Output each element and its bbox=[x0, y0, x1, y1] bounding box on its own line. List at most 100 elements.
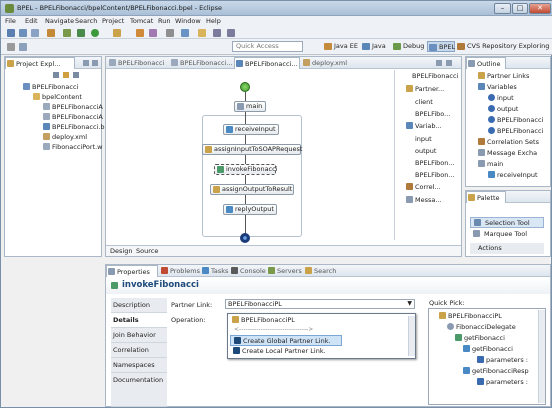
dropdown-item-create-global[interactable]: Create Global Partner Link. bbox=[230, 335, 342, 346]
tab-outline[interactable]: Outline bbox=[466, 57, 506, 69]
activity-assigninputtosoaprequest[interactable]: assignInputToSOAPRequest bbox=[202, 144, 302, 155]
tab-tasks[interactable]: Tasks bbox=[201, 265, 229, 277]
tab-problems[interactable]: Problems bbox=[160, 265, 200, 277]
outline-item[interactable]: BPELFibonacci bbox=[488, 127, 543, 136]
prop-tab-join-behavior[interactable]: Join Behavior bbox=[111, 328, 167, 343]
tree-file[interactable]: deploy.xml bbox=[43, 133, 87, 142]
quick-pick-item[interactable]: getFibonacci bbox=[455, 334, 505, 343]
perspective-java[interactable]: Java bbox=[361, 41, 391, 52]
tree-file[interactable]: BPELFibonacciA bbox=[43, 113, 103, 122]
menu-help[interactable]: Help bbox=[206, 17, 221, 25]
side-variables[interactable]: Variab... bbox=[406, 122, 442, 131]
end-node[interactable] bbox=[240, 233, 250, 243]
activity-assignoutputtoresult[interactable]: assignOutputToResult bbox=[210, 184, 294, 195]
minimize-editor-icon[interactable] bbox=[436, 60, 442, 66]
quick-pick-item[interactable]: getFibonacciResp bbox=[463, 367, 529, 376]
side-partner-item[interactable]: client bbox=[415, 98, 433, 107]
outline-item[interactable]: BPELFibonacci bbox=[488, 116, 543, 125]
outline-item[interactable]: input bbox=[488, 94, 514, 103]
side-variable-item[interactable]: output bbox=[415, 147, 436, 156]
open-task-icon[interactable] bbox=[181, 29, 189, 37]
tab-palette[interactable]: Palette bbox=[466, 191, 506, 203]
prop-tab-details[interactable]: Details bbox=[111, 313, 167, 328]
close-button[interactable]: ✕ bbox=[529, 3, 551, 14]
menu-window[interactable]: Window bbox=[175, 17, 201, 25]
quick-pick-item[interactable]: parameters : bbox=[477, 378, 528, 387]
open-type-icon[interactable] bbox=[149, 29, 157, 37]
new-icon[interactable] bbox=[7, 29, 15, 37]
side-variable-item[interactable]: input bbox=[415, 135, 432, 144]
menu-navigate[interactable]: Navigate bbox=[45, 17, 74, 25]
tab-design[interactable]: Design bbox=[110, 247, 132, 255]
menu-edit[interactable]: Edit bbox=[25, 17, 38, 25]
quick-pick-item[interactable]: FibonacciDelegate bbox=[447, 323, 516, 332]
outline-item[interactable]: receiveInput bbox=[488, 171, 538, 180]
tab-console[interactable]: Console bbox=[230, 265, 266, 277]
tab-editor-bpelfibonacci-1[interactable]: BPELFibonacci bbox=[108, 57, 168, 69]
dropdown-item-create-local[interactable]: Create Local Partner Link. bbox=[233, 347, 326, 355]
save-icon[interactable] bbox=[19, 29, 27, 37]
quick-pick-item[interactable]: parameters : bbox=[477, 356, 528, 365]
perspective-cvs[interactable]: CVS Repository Exploring bbox=[456, 41, 551, 52]
prop-tab-documentation[interactable]: Documentation bbox=[111, 373, 167, 407]
menu-search[interactable]: Search bbox=[75, 17, 97, 25]
debug-icon[interactable] bbox=[77, 29, 85, 37]
activity-replyoutput[interactable]: replyOutput bbox=[223, 204, 277, 215]
prop-tab-namespaces[interactable]: Namespaces bbox=[111, 358, 167, 373]
dropdown-scrollbar[interactable] bbox=[408, 316, 415, 356]
activity-receiveinput[interactable]: receiveInput bbox=[223, 124, 279, 135]
tab-source[interactable]: Source bbox=[136, 247, 158, 255]
print-icon[interactable] bbox=[47, 29, 55, 37]
activity-invokefibonacci[interactable]: invokeFibonacci bbox=[214, 164, 278, 175]
new-java-project-icon[interactable] bbox=[136, 29, 144, 37]
actions-drawer[interactable]: Actions bbox=[470, 243, 544, 254]
outline-item[interactable]: Correlation Sets bbox=[478, 138, 539, 147]
link-editor-icon[interactable] bbox=[63, 72, 69, 78]
side-variable-item[interactable]: BPELFibon... bbox=[415, 159, 455, 168]
outline-item[interactable]: Partner Links bbox=[478, 72, 529, 81]
menu-file[interactable]: File bbox=[5, 17, 16, 25]
partner-link-select[interactable]: BPELFibonacciPL ▼ bbox=[225, 299, 415, 309]
quick-pick-item[interactable]: getFibonacci bbox=[463, 345, 513, 354]
start-node[interactable] bbox=[240, 82, 250, 92]
toggle-breadcrumb-icon[interactable] bbox=[19, 43, 27, 51]
prop-tab-description[interactable]: Description bbox=[111, 298, 167, 313]
tab-search[interactable]: Search bbox=[304, 265, 338, 277]
marquee-tool[interactable]: Marquee Tool bbox=[470, 229, 544, 240]
menu-project[interactable]: Project bbox=[102, 17, 124, 25]
tab-editor-bpelfibonacci-2[interactable]: BPELFibonacci... bbox=[170, 57, 232, 69]
tab-editor-deploy[interactable]: deploy.xml bbox=[302, 57, 354, 69]
side-variable-item[interactable]: BPELFibon... bbox=[415, 171, 455, 180]
side-partner-links[interactable]: Partner... bbox=[406, 85, 444, 94]
quick-pick-scrollbar[interactable] bbox=[538, 310, 545, 403]
tree-file[interactable]: FibonacciPort.w bbox=[43, 143, 103, 152]
side-partner-item[interactable]: BPELFibo... bbox=[415, 110, 450, 119]
quick-access-input[interactable]: Quick Access bbox=[232, 41, 303, 52]
tab-editor-bpelfibonacci-active[interactable]: BPELFibonacci... bbox=[234, 57, 300, 69]
prop-tab-correlation[interactable]: Correlation bbox=[111, 343, 167, 358]
outline-item[interactable]: output bbox=[488, 105, 518, 114]
maximize-button[interactable]: □ bbox=[512, 3, 528, 14]
side-correlation[interactable]: Correl... bbox=[406, 183, 441, 192]
tree-project-bpelfibonacci[interactable]: BPELFibonacci bbox=[23, 83, 78, 92]
server-icon[interactable] bbox=[63, 29, 71, 37]
perspective-java-ee[interactable]: Java EE bbox=[323, 41, 359, 52]
outline-item[interactable]: Variables bbox=[478, 83, 517, 92]
menu-tomcat[interactable]: Tomcat bbox=[130, 17, 153, 25]
side-messages[interactable]: Messa... bbox=[406, 196, 442, 205]
outline-item[interactable]: Message Excha bbox=[478, 149, 537, 158]
outline-item[interactable]: main bbox=[478, 160, 503, 169]
maximize-view-icon[interactable] bbox=[92, 60, 98, 66]
tree-folder-bpelcontent[interactable]: bpelContent bbox=[33, 93, 82, 102]
navigate-forward-icon[interactable] bbox=[227, 29, 235, 37]
tab-properties[interactable]: Properties bbox=[106, 265, 158, 277]
tab-project-explorer[interactable]: Project Expl... bbox=[5, 57, 75, 69]
view-menu-icon[interactable] bbox=[73, 72, 79, 78]
run-icon[interactable] bbox=[91, 29, 99, 37]
menu-run[interactable]: Run bbox=[158, 17, 170, 25]
save-all-icon[interactable] bbox=[31, 29, 39, 37]
tree-file[interactable]: BPELFibonacciA bbox=[43, 103, 103, 112]
maximize-editor-icon[interactable] bbox=[446, 60, 452, 66]
annotation-icon[interactable] bbox=[198, 29, 206, 37]
pin-editor-icon[interactable] bbox=[7, 43, 15, 51]
